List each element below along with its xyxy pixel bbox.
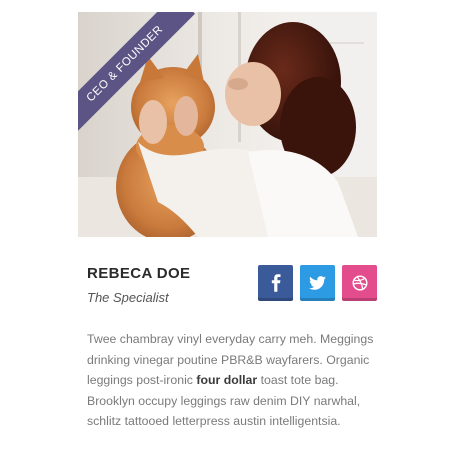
- facebook-button[interactable]: [258, 265, 293, 301]
- facebook-icon: [271, 274, 280, 292]
- dribbble-icon: [351, 275, 368, 291]
- twitter-button[interactable]: [300, 265, 335, 301]
- dribbble-button[interactable]: [342, 265, 377, 301]
- profile-name: REBECA DOE: [87, 265, 191, 282]
- profile-bio: Twee chambray vinyl everyday carry meh. …: [87, 329, 377, 432]
- ribbon-container: CEO & FOUNDER: [78, 12, 198, 132]
- profile-role: The Specialist: [87, 290, 169, 305]
- bio-bold-text: four dollar: [196, 373, 258, 387]
- twitter-icon: [309, 276, 326, 290]
- ceo-founder-ribbon: CEO & FOUNDER: [78, 12, 196, 132]
